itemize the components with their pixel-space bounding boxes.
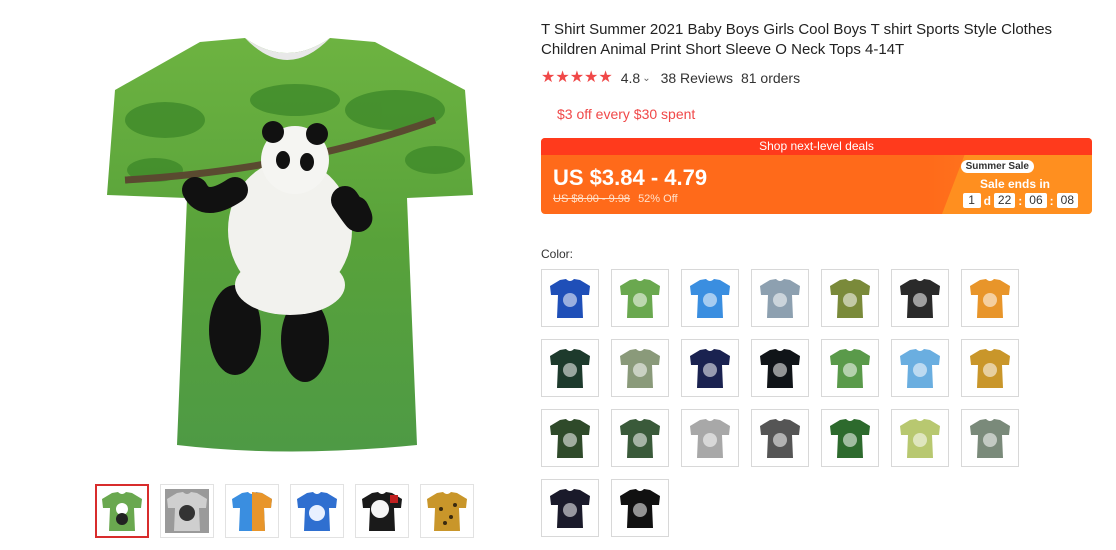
leopard-tshirt-icon [970,349,1010,388]
color-swatch-19[interactable] [821,409,879,467]
neon-wolf-tshirt-icon [760,349,800,388]
sale-ends-label: Sale ends in [979,177,1050,191]
summer-sale-badge: Summer Sale [960,160,1034,173]
panda-grass-tshirt-icon [830,419,870,458]
original-price: US $8.00 - 9.98 [553,193,631,205]
main-product-image[interactable] [95,20,480,465]
color-swatch-21[interactable] [961,409,1019,467]
white-wolf-tshirt-icon [900,279,940,318]
color-swatch-4[interactable] [751,269,809,327]
deal-banner: Shop next-level deals US $3.84 - 4.79 US… [541,138,1092,214]
fire-ice-tshirt-icon [970,279,1010,318]
color-swatch-13[interactable] [891,339,949,397]
thumbnail-6[interactable] [420,484,474,538]
wolf-white-tshirt-icon [362,492,402,531]
color-swatch-20[interactable] [891,409,949,467]
night-wolf-tshirt-icon [550,489,590,528]
countdown-separator: : [1018,193,1023,208]
countdown-minutes: 06 [1025,193,1047,208]
orders-count: 81 orders [740,70,801,86]
thumbnail-2[interactable] [160,484,214,538]
color-swatch-10[interactable] [681,339,739,397]
color-swatch-6[interactable] [891,269,949,327]
countdown-timer: 1 d 22 : 06 : 08 [962,193,1078,208]
panda-tshirt-icon [102,492,142,531]
fire-ice-tshirt-icon [232,492,272,531]
color-swatch-7[interactable] [961,269,1019,327]
color-swatch-11[interactable] [751,339,809,397]
thumbnail-1[interactable] [95,484,149,538]
product-title: T Shirt Summer 2021 Baby Boys Girls Cool… [541,21,1053,58]
chevron-down-icon[interactable]: ⌄ [642,73,650,84]
rating-row: ★★★★★ 4.8 ⌄ 38 Reviews 81 orders [541,68,800,88]
panda-gray-tshirt-icon [165,489,209,533]
rating-value[interactable]: 4.8 [621,70,640,86]
color-swatch-17[interactable] [681,409,739,467]
dark-wolf-tshirt-icon [550,349,590,388]
panda-bamboo-tshirt-icon [830,349,870,388]
color-swatch-16[interactable] [611,409,669,467]
panda-light-tshirt-icon [900,419,940,458]
color-swatch-18[interactable] [751,409,809,467]
panda-tshirt-image [107,38,473,452]
moon-wolf-tshirt-icon [690,349,730,388]
color-swatch-14[interactable] [961,339,1019,397]
panda-green-tshirt-icon [620,279,660,318]
leopard-tshirt-icon [427,492,467,531]
color-swatch-22[interactable] [541,479,599,537]
countdown-days: 1 [962,193,981,208]
wolf-blue-tshirt-icon [690,279,730,318]
sky-wolf-tshirt-icon [900,349,940,388]
panda-gray-tshirt-icon [690,419,730,458]
gray-wolf-tshirt-icon [760,419,800,458]
color-swatch-5[interactable] [821,269,879,327]
countdown-seconds: 08 [1056,193,1078,208]
color-swatch-8[interactable] [541,339,599,397]
rating-stars: ★★★★★ [541,69,613,86]
color-swatch-3[interactable] [681,269,739,327]
panda-forest-tshirt-icon [620,419,660,458]
blue-galaxy-tshirt-icon [550,279,590,318]
thumbnail-4[interactable] [290,484,344,538]
reviews-link[interactable]: 38 Reviews [661,70,733,86]
countdown-hours: 22 [993,193,1016,208]
countdown-day-unit: d [983,193,991,208]
mountain-tshirt-icon [760,279,800,318]
thumbnail-3[interactable] [225,484,279,538]
thumbnail-strip [95,484,474,538]
discount-percent: 52% Off [638,193,678,205]
color-swatch-9[interactable] [611,339,669,397]
price-range: US $3.84 - 4.79 [553,165,708,190]
panda-sit-tshirt-icon [620,349,660,388]
color-swatch-1[interactable] [541,269,599,327]
color-swatch-15[interactable] [541,409,599,467]
deal-top-banner[interactable]: Shop next-level deals [541,138,1092,155]
coupon-text[interactable]: $3 off every $30 spent [557,106,695,122]
wolf-blue-tshirt-icon [297,492,337,531]
panda-dark-tshirt-icon [550,419,590,458]
black-wolf-tshirt-icon [620,489,660,528]
color-swatch-12[interactable] [821,339,879,397]
old-price-row: US $8.00 - 9.98 52% Off [553,193,678,205]
color-swatch-2[interactable] [611,269,669,327]
panda-tree-tshirt-icon [830,279,870,318]
color-swatch-23[interactable] [611,479,669,537]
color-label: Color: [541,247,574,261]
countdown-separator: : [1049,193,1054,208]
thumbnail-5[interactable] [355,484,409,538]
panda-leaf-tshirt-icon [970,419,1010,458]
color-swatch-grid [541,269,1031,537]
